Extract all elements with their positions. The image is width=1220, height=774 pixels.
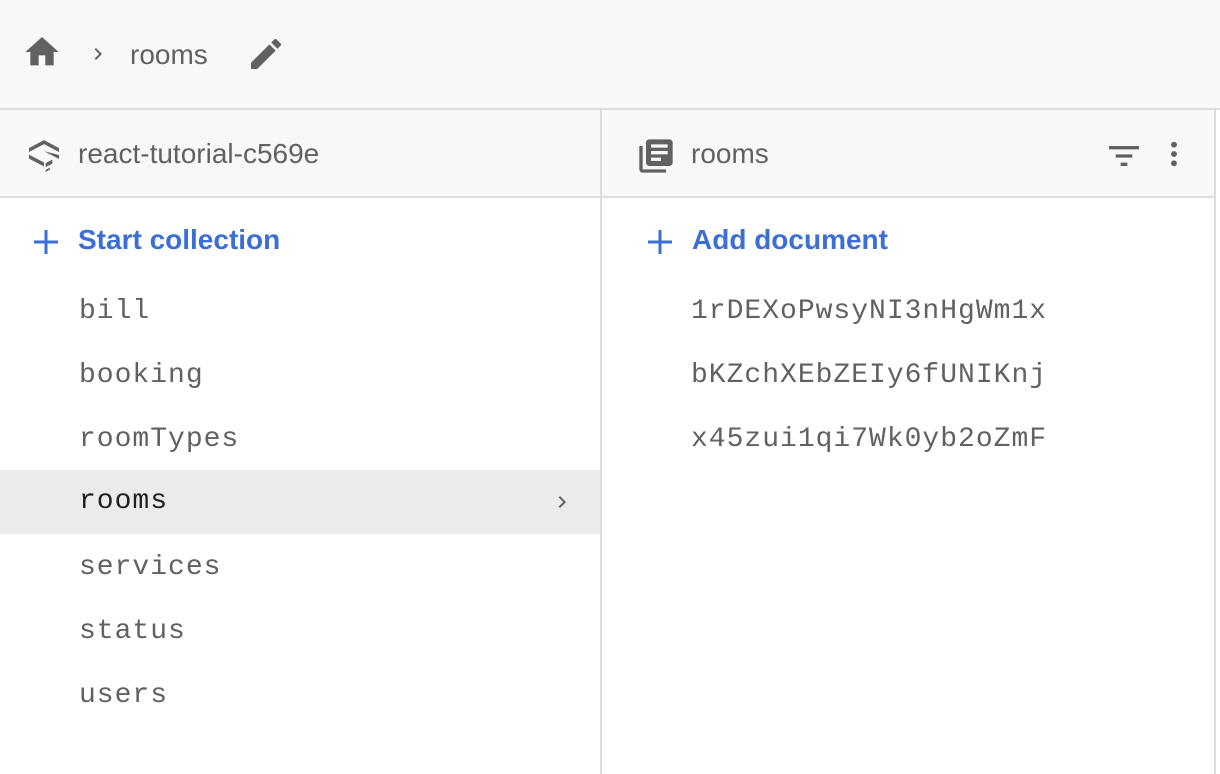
document-id: 1rDEXoPwsyNI3nHgWm1x bbox=[691, 296, 1048, 327]
document-id: x45zui1qi7Wk0yb2oZmF bbox=[691, 424, 1048, 455]
plus-icon bbox=[648, 230, 672, 254]
start-collection-label: Start collection bbox=[78, 224, 281, 255]
collection-item-users[interactable]: users bbox=[0, 664, 600, 728]
collection-item-booking[interactable]: booking bbox=[0, 344, 600, 408]
documents-panel: rooms Add document 1rDEXoPwsyNI3nHgWm1x … bbox=[602, 110, 1216, 774]
more-vert-icon[interactable] bbox=[1158, 134, 1190, 174]
breadcrumb-path-rooms[interactable]: rooms bbox=[130, 38, 208, 72]
collections-panel: react-tutorial-c569e Start collection bi… bbox=[0, 110, 602, 774]
add-document-label: Add document bbox=[692, 224, 888, 255]
collection-item-status[interactable]: status bbox=[0, 600, 600, 664]
project-name: react-tutorial-c569e bbox=[78, 138, 320, 169]
collection-item-services[interactable]: services bbox=[0, 536, 600, 600]
collection-label: users bbox=[79, 680, 169, 711]
collection-label: booking bbox=[79, 360, 204, 391]
document-id: bKZchXEbZEIy6fUNIKnj bbox=[691, 360, 1048, 391]
filter-icon[interactable] bbox=[1104, 136, 1144, 176]
breadcrumb: rooms bbox=[0, 0, 1220, 110]
document-item[interactable]: bKZchXEbZEIy6fUNIKnj bbox=[602, 344, 1214, 408]
home-icon[interactable] bbox=[22, 32, 62, 72]
document-item[interactable]: 1rDEXoPwsyNI3nHgWm1x bbox=[602, 280, 1214, 344]
plus-icon bbox=[34, 230, 58, 254]
collection-header: rooms bbox=[602, 110, 1214, 198]
chevron-right-icon bbox=[558, 496, 566, 508]
collection-item-rooms[interactable]: rooms bbox=[0, 470, 600, 534]
firestore-stack-icon bbox=[29, 140, 59, 172]
collection-label: status bbox=[79, 616, 186, 647]
collection-label: roomTypes bbox=[79, 424, 240, 455]
collection-label: rooms bbox=[79, 486, 169, 517]
collection-label: services bbox=[79, 552, 222, 583]
pencil-icon[interactable] bbox=[246, 34, 286, 74]
document-item[interactable]: x45zui1qi7Wk0yb2oZmF bbox=[602, 408, 1214, 472]
collection-item-roomtypes[interactable]: roomTypes bbox=[0, 408, 600, 472]
collection-item-bill[interactable]: bill bbox=[0, 280, 600, 344]
collection-label: bill bbox=[79, 296, 151, 327]
project-header: react-tutorial-c569e bbox=[0, 110, 600, 198]
collection-name: rooms bbox=[691, 138, 769, 169]
chevron-right-icon bbox=[94, 48, 102, 60]
collection-stack-icon bbox=[639, 139, 673, 173]
